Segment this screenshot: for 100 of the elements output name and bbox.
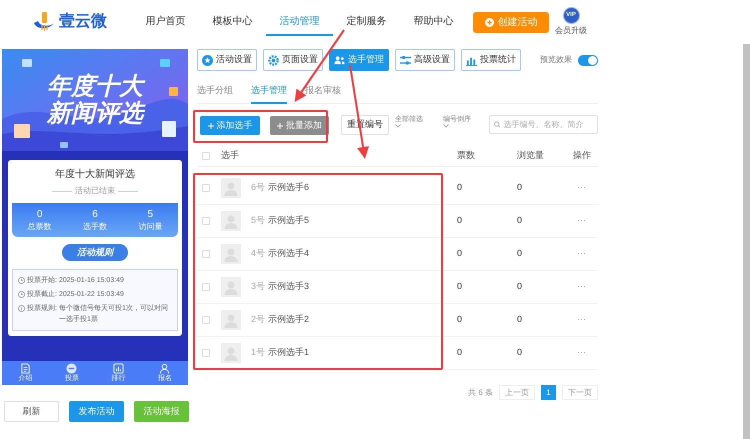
user-icon [159,363,170,374]
stat-label: 选手数 [82,220,107,232]
stat-value: 0 [36,208,42,220]
toolbar-tab[interactable]: 页面设置 [263,49,323,71]
sliders-icon [400,54,411,66]
row-checkbox[interactable] [202,316,210,324]
nav-link[interactable]: 定制服务 [333,8,400,36]
toolbar-tab[interactable]: 活动设置 [197,49,257,71]
column-header: 浏览量 [517,148,545,162]
create-activity-button[interactable]: 创建活动 [473,12,549,32]
avatar-icon [221,244,241,264]
more-button[interactable]: ··· [577,280,586,294]
column-header: 操作 [573,148,591,162]
views-cell-text: 0 [517,181,524,194]
more-button[interactable]: ··· [577,313,586,327]
more-button[interactable]: ··· [577,247,586,261]
batch-add-button[interactable]: 批量添加 [270,116,329,135]
vip-upgrade-label[interactable]: 会员升级 [555,25,587,37]
avatar-icon [221,310,241,330]
plus-icon [208,122,214,128]
avatar-icon [221,343,241,363]
toolbar-tab[interactable]: 投票统计 [461,49,521,71]
contestant-number: 6号 [251,181,266,194]
stat-label: 总票数 [28,220,52,232]
search-field[interactable]: 选手编号、名称、简介 [489,115,598,134]
add-contestant-button[interactable]: 添加选手 [200,116,260,135]
plus-icon [277,122,283,128]
users-icon [334,54,345,66]
action-button[interactable]: 活动海报 [134,401,189,422]
row-checkbox[interactable] [202,250,210,258]
next-page-button[interactable]: 下一页 [562,385,598,400]
row-checkbox[interactable] [202,184,210,192]
contestant-name: 示例选手6 [268,181,310,194]
rules-button[interactable]: 活动规则 [62,244,128,261]
contestant-name: 示例选手3 [268,280,310,294]
stat-value: 5 [148,208,154,220]
row-checkbox[interactable] [202,349,210,357]
views-cell-text: 0 [517,214,524,228]
header-checkbox[interactable] [202,152,210,160]
action-button[interactable]: 发布活动 [69,401,124,422]
stat-label: 访问量 [138,220,162,232]
stat-value: 6 [92,208,98,220]
brand-name: 壹云微 [59,12,107,32]
nav-link[interactable]: 活动管理 [266,8,333,36]
chevron-down-icon [443,124,449,128]
views-cell-text: 0 [517,313,524,326]
more-button[interactable]: ··· [577,346,586,360]
views-cell-text: 0 [517,247,524,260]
sub-tab[interactable]: 报名审核 [305,84,341,104]
clock-icon [18,291,25,298]
column-header: 票数 [457,148,476,162]
column-header: 选手 [221,148,240,162]
row-checkbox[interactable] [202,283,210,291]
sub-tab[interactable]: 选手分组 [197,84,233,104]
views-cell-text: 0 [517,346,524,360]
preview-toggle-label: 预览效果 [540,54,572,66]
avatar-icon [221,211,241,231]
clock-icon [18,277,25,284]
star-icon [202,54,213,66]
banner-title: 年度十大 [47,73,143,100]
document-icon [20,363,31,374]
page-button[interactable]: 1 [541,385,556,400]
contestant-number: 1号 [251,346,266,360]
toolbar-tab[interactable]: 选手管理 [329,49,389,71]
contestant-name: 示例选手1 [268,346,310,360]
logo-icon [32,11,56,33]
plus-circle-icon [484,18,494,26]
votes-cell-text: 0 [457,280,464,294]
action-button[interactable]: 刷新 [4,401,59,422]
row-checkbox[interactable] [202,217,210,225]
contestant-name: 示例选手4 [268,247,310,260]
nav-link[interactable]: 模板中心 [199,8,266,36]
toolbar-tab[interactable]: 高级设置 [395,49,455,71]
total-count: 共 6 条 [468,386,493,398]
activity-title: 年度十大新闻评选 [55,168,135,182]
votes-cell-text: 0 [457,214,464,228]
votes-cell-text: 0 [457,313,464,326]
preview-toggle[interactable] [578,54,598,66]
views-cell-text: 0 [517,280,524,294]
contestant-name: 示例选手5 [268,214,310,228]
more-button[interactable]: ··· [577,214,586,228]
more-button[interactable]: ··· [577,181,586,195]
search-icon [494,121,500,128]
gear-icon [268,54,279,66]
chart-icon [112,363,124,374]
banner-title: 新闻评选 [47,100,143,127]
contestant-number: 5号 [251,214,266,228]
contestant-name: 示例选手2 [268,313,310,326]
avatar-icon [221,277,241,297]
contestant-number: 2号 [251,313,266,326]
activity-status: 活动已结束 [75,185,115,197]
sub-tab[interactable]: 选手管理 [251,84,287,104]
scrollbar[interactable] [743,44,750,439]
votes-cell-text: 0 [457,247,464,260]
info-icon [18,305,25,312]
prev-page-button[interactable]: 上一页 [499,385,535,400]
contestant-number: 3号 [251,280,266,294]
votes-cell-text: 0 [457,346,464,360]
nav-link[interactable]: 用户首页 [132,8,199,36]
nav-link[interactable]: 帮助中心 [400,8,467,36]
